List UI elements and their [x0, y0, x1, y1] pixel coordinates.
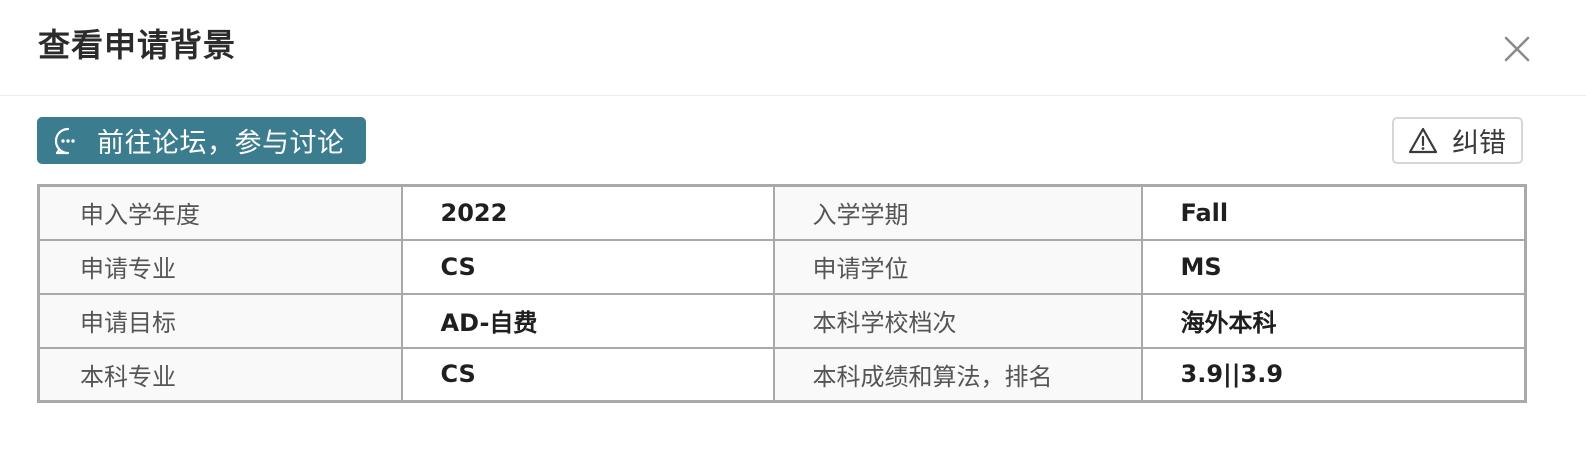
close-icon [1504, 36, 1530, 62]
field-value-school-tier: 海外本科 [1140, 292, 1527, 349]
field-label-term: 入学学期 [772, 184, 1143, 241]
dialog-header: 查看申请背景 [0, 0, 1586, 96]
dialog-title: 查看申请背景 [38, 26, 237, 64]
field-value-target: AD-自费 [400, 292, 775, 349]
go-to-forum-button[interactable]: 前往论坛，参与讨论 [37, 117, 366, 164]
warning-triangle-icon [1408, 126, 1438, 156]
field-value-enroll-year: 2022 [400, 184, 775, 241]
field-label-enroll-year: 申入学年度 [37, 184, 403, 241]
chat-bubble-icon [53, 126, 83, 156]
apply-background-dialog: 查看申请背景 前往论坛，参与讨论 纠错 申入学年度 2022 入学学期 Fall… [0, 0, 1586, 458]
report-error-label: 纠错 [1452, 128, 1506, 159]
field-label-degree: 申请学位 [772, 238, 1143, 295]
report-error-button[interactable]: 纠错 [1392, 117, 1523, 164]
field-value-gpa-rank: 3.9||3.9 [1140, 346, 1527, 403]
table-row: 申请专业 CS 申请学位 MS [37, 238, 1527, 295]
table-row: 申入学年度 2022 入学学期 Fall [37, 184, 1527, 241]
close-button[interactable] [1500, 32, 1534, 66]
table-row: 本科专业 CS 本科成绩和算法，排名 3.9||3.9 [37, 346, 1527, 403]
background-info-table: 申入学年度 2022 入学学期 Fall 申请专业 CS 申请学位 MS 申请目… [37, 184, 1527, 403]
field-value-degree: MS [1140, 238, 1527, 295]
field-value-undergrad-major: CS [400, 346, 775, 403]
field-label-gpa-rank: 本科成绩和算法，排名 [772, 346, 1143, 403]
field-label-school-tier: 本科学校档次 [772, 292, 1143, 349]
field-value-major: CS [400, 238, 775, 295]
table-row: 申请目标 AD-自费 本科学校档次 海外本科 [37, 292, 1527, 349]
field-value-term: Fall [1140, 184, 1527, 241]
go-to-forum-label: 前往论坛，参与讨论 [97, 128, 345, 159]
field-label-major: 申请专业 [37, 238, 403, 295]
field-label-undergrad-major: 本科专业 [37, 346, 403, 403]
field-label-target: 申请目标 [37, 292, 403, 349]
